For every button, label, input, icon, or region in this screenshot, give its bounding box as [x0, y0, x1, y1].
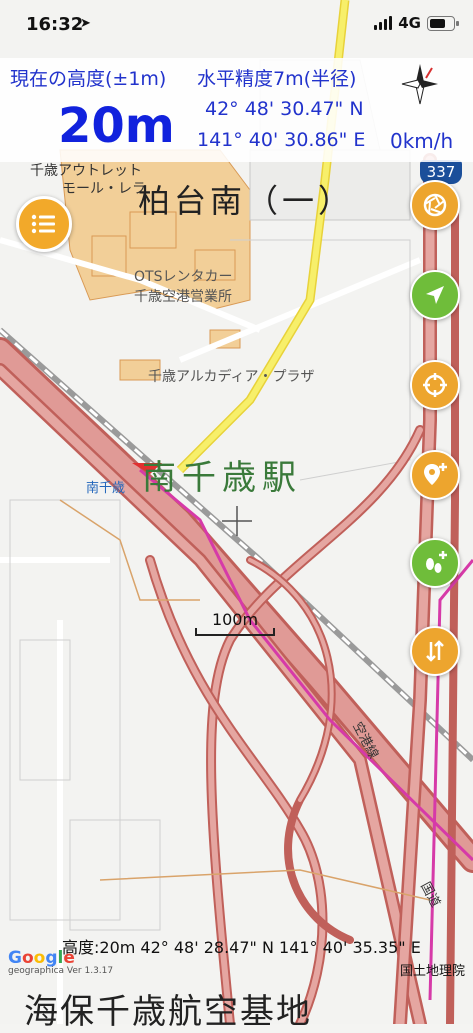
google-logo: Google: [8, 948, 75, 968]
add-footprint-button[interactable]: [410, 538, 460, 588]
scale-bar-line: [195, 628, 275, 636]
longitude-value: 141° 40' 30.86" E: [197, 129, 366, 151]
crosshair-button[interactable]: [410, 360, 460, 410]
swap-icon: [426, 640, 444, 662]
status-bar: 16:32 ➤ 4G: [0, 0, 473, 44]
map-label-arcadia: 千歳アルカディア・プラザ: [148, 369, 315, 385]
compass-icon[interactable]: [400, 62, 440, 106]
map-label-outlet: 千歳アウトレット: [30, 163, 142, 179]
altitude-label: 現在の高度(±1m): [10, 68, 167, 90]
location-arrow-icon: ➤: [80, 16, 91, 31]
map-label-station: 南千歳駅: [142, 458, 302, 498]
center-coordinates: 高度:20m 42° 48' 28.47" N 141° 40' 35.35" …: [62, 938, 421, 957]
scale-label: 100m: [211, 610, 259, 629]
menu-button[interactable]: [16, 196, 72, 252]
map-label-station-small: 南千歳: [86, 481, 126, 496]
aperture-button[interactable]: [410, 180, 460, 230]
map-label-ots2: 千歳空港営業所: [134, 289, 232, 305]
map-label-outlet2: モール・レラ: [62, 181, 146, 197]
status-time: 16:32: [26, 14, 84, 35]
center-crosshair: [222, 506, 252, 536]
altitude-value: 20m: [58, 98, 175, 154]
map-label-area: 柏台南（一）: [138, 182, 355, 220]
speed-value: 0km/h: [390, 129, 454, 153]
menu-list-icon: [31, 214, 55, 234]
navigation-button[interactable]: [410, 270, 460, 320]
version-label: geographica Ver 1.3.17: [8, 966, 114, 976]
attribution-label: 国土地理院: [399, 964, 465, 979]
crosshair-icon: [423, 373, 447, 397]
signal-icon: [374, 16, 393, 30]
scale-bar: 100m: [195, 610, 275, 636]
battery-icon: [427, 15, 459, 31]
add-location-button[interactable]: [410, 450, 460, 500]
map-label-base: 海保千歳航空基地: [24, 992, 312, 1032]
latitude-value: 42° 48' 30.47" N: [205, 98, 364, 120]
swap-button[interactable]: [410, 626, 460, 676]
navigation-arrow-icon: [426, 286, 444, 304]
info-panel: 現在の高度(±1m) 20m 水平精度7m(半径) 42° 48' 30.47"…: [0, 58, 473, 162]
map-label-ots: OTSレンタカー: [134, 269, 233, 285]
add-location-pin-icon: [424, 463, 447, 485]
accuracy-label: 水平精度7m(半径): [197, 68, 357, 90]
add-footprint-icon: [426, 551, 447, 573]
network-type: 4G: [398, 14, 421, 32]
aperture-icon: [423, 193, 447, 217]
